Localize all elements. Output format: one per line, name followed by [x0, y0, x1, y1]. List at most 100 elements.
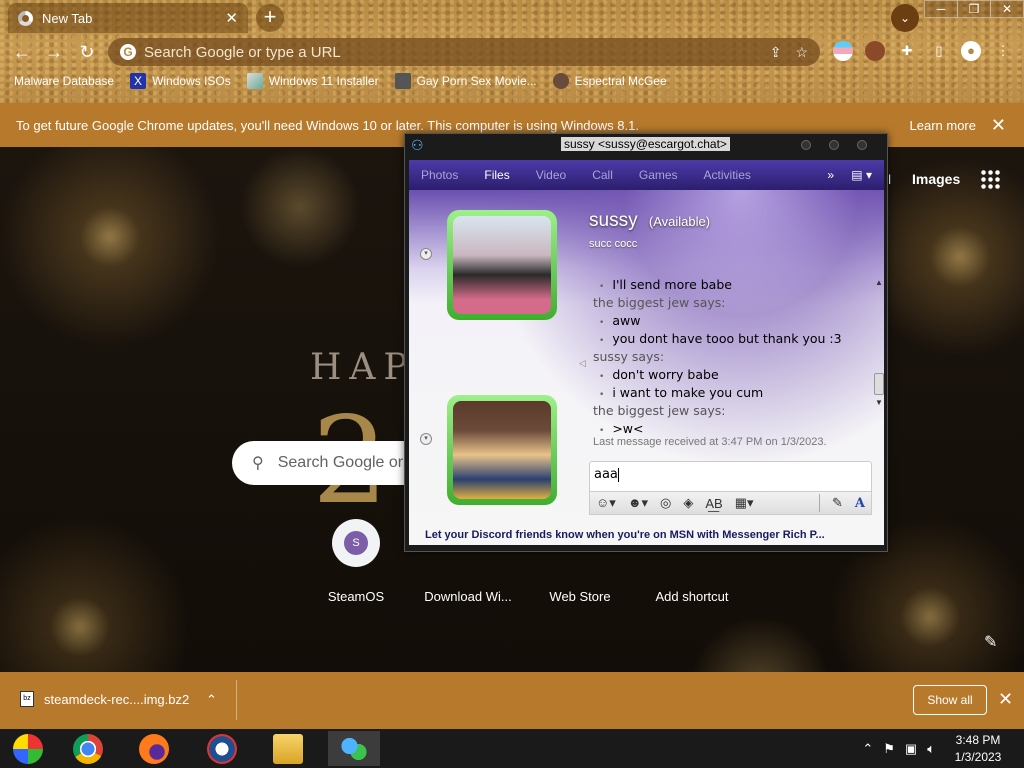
collapse-own-picture-icon[interactable]: ▾ [420, 433, 432, 445]
nudge-icon[interactable]: ◎ [660, 495, 671, 511]
address-bar[interactable]: G Search Google or type a URL ⇪ ☆ [108, 38, 820, 66]
messenger-menu-bar: Photos Files Video Call Games Activities… [409, 160, 884, 190]
circular-logo-icon [207, 733, 237, 764]
back-button[interactable]: ← [11, 41, 33, 63]
input-toolbar: ☺▾ ☻▾ ◎ ◈ A͟B ▦▾ ✎ A [589, 491, 872, 515]
bookmark-windows-isos[interactable]: X Windows ISOs [130, 73, 231, 89]
forward-button[interactable]: → [43, 41, 65, 63]
image-icon [246, 73, 263, 89]
taskbar-messenger[interactable] [328, 731, 380, 766]
show-hidden-icons-icon[interactable]: ⌃ [862, 741, 873, 757]
taskbar-file-explorer[interactable] [262, 731, 314, 766]
close-infobar-icon[interactable]: ✕ [991, 115, 1006, 136]
tab-new-tab[interactable]: New Tab ✕ [8, 3, 248, 33]
bookmark-movie-site[interactable]: Gay Porn Sex Movie... [394, 73, 537, 89]
menu-files[interactable]: Files [484, 168, 509, 182]
taskbar-app-logo[interactable] [196, 731, 248, 766]
chevron-up-icon[interactable]: ⌃ [206, 692, 217, 708]
history-scrollbar[interactable]: ▲ ▼ [873, 278, 885, 413]
scroll-thumb[interactable] [874, 373, 884, 395]
side-panel-icon[interactable]: ▯ [929, 41, 949, 61]
close-window-button[interactable]: ✕ [990, 0, 1024, 18]
own-display-picture[interactable] [447, 395, 557, 505]
scroll-down-icon[interactable]: ▼ [875, 398, 883, 407]
last-message-info: Last message received at 3:47 PM on 1/3/… [593, 436, 827, 448]
flag-icon[interactable]: ⚑ [883, 741, 895, 757]
messenger-ad-banner[interactable]: Let your Discord friends know when you'r… [425, 529, 875, 541]
taskbar-firefox[interactable] [128, 731, 180, 766]
clock[interactable]: 3:48 PM 1/3/2023 [948, 732, 1008, 766]
navigation-bar: ← → ↻ G Search Google or type a URL ⇪ ☆ … [0, 37, 1024, 67]
messenger-buddy-icon: ⚇ [411, 137, 424, 153]
bookmark-espectral-mcgee[interactable]: Espectral McGee [552, 73, 667, 89]
shortcut-steamos[interactable]: S SteamOS [300, 519, 412, 604]
x-logo-icon: X [130, 73, 147, 89]
shortcut-label: Download Wi... [424, 589, 512, 604]
extension-flag-icon[interactable] [833, 41, 853, 61]
message-history[interactable]: I'll send more babethe biggest jew says:… [581, 276, 876, 451]
new-tab-button[interactable]: + [256, 4, 284, 32]
folder-icon [273, 733, 303, 764]
menu-activities[interactable]: Activities [704, 168, 751, 182]
message-line: you dont have tooo but thank you :3 [581, 330, 876, 348]
sender-line: sussy says: [593, 349, 665, 364]
bookmark-windows-11-installer[interactable]: Windows 11 Installer [246, 73, 379, 89]
menu-call[interactable]: Call [592, 168, 613, 182]
close-tab-icon[interactable]: ✕ [225, 9, 238, 27]
bookmark-star-icon[interactable]: ☆ [795, 44, 808, 61]
divider [236, 680, 237, 720]
scroll-up-icon[interactable]: ▲ [875, 278, 883, 287]
menu-photos[interactable]: Photos [421, 168, 458, 182]
messenger-title-bar[interactable]: ⚇ sussy <sussy@escargot.chat> [405, 134, 887, 156]
message-input-value: aaa [594, 467, 618, 482]
taskbar-chrome[interactable] [62, 731, 114, 766]
bookmark-malware-database[interactable]: Malware Database [14, 73, 114, 89]
network-icon[interactable]: ▣ [905, 741, 917, 757]
shortcut-label: Web Store [549, 589, 611, 604]
chrome-title-bar: New Tab ✕ + ⌄ ─ ❐ ✕ ← → ↻ G Search Googl… [0, 0, 1024, 103]
voice-clip-icon[interactable]: ◈ [683, 495, 693, 511]
clock-time: 3:48 PM [955, 732, 1001, 747]
background-icon[interactable]: ▦▾ [735, 495, 754, 511]
font-icon[interactable]: A [855, 496, 871, 511]
show-all-button[interactable]: Show all [913, 685, 987, 715]
download-item[interactable]: bz steamdeck-rec....img.bz2 [20, 691, 189, 707]
messenger-icon [339, 733, 369, 764]
splitter-arrow-icon[interactable]: ◁ [579, 358, 586, 369]
close-button[interactable] [857, 140, 867, 150]
window-title: sussy <sussy@escargot.chat> [561, 137, 730, 151]
emoticon-icon[interactable]: ☺▾ [596, 495, 616, 511]
close-download-bar-icon[interactable]: ✕ [998, 689, 1013, 710]
message-line: I'll send more babe [581, 276, 876, 294]
contact-display-picture[interactable] [447, 210, 557, 320]
chrome-menu-icon[interactable]: ⋮ [993, 41, 1013, 61]
share-icon[interactable]: ⇪ [770, 44, 782, 61]
wink-icon[interactable]: ☻▾ [628, 495, 648, 511]
extension-avatar-icon[interactable] [865, 41, 885, 61]
contact-header: sussy (Available) [589, 210, 710, 232]
minimize-button[interactable] [801, 140, 811, 150]
maximize-button[interactable]: ❐ [957, 0, 991, 18]
google-apps-icon[interactable] [980, 169, 1000, 189]
options-menu-icon[interactable]: ▤ ▾ [851, 168, 872, 182]
maximize-button[interactable] [829, 140, 839, 150]
font-size-icon[interactable]: A͟B [705, 496, 722, 511]
doodle-text[interactable]: HAP [310, 347, 416, 388]
taskbar-start-app[interactable] [2, 731, 54, 766]
tab-search-button[interactable]: ⌄ [891, 4, 919, 32]
images-link[interactable]: Images [912, 171, 960, 187]
more-chevron-icon[interactable]: » [827, 168, 834, 182]
volume-icon[interactable]: 🔈︎ [927, 741, 935, 757]
handwriting-icon[interactable]: ✎ [832, 495, 843, 511]
learn-more-link[interactable]: Learn more [910, 118, 976, 133]
profile-icon[interactable]: ● [961, 41, 981, 61]
reload-button[interactable]: ↻ [76, 41, 98, 63]
menu-games[interactable]: Games [639, 168, 678, 182]
collapse-contact-picture-icon[interactable]: ▾ [420, 248, 432, 260]
minimize-button[interactable]: ─ [924, 0, 958, 18]
menu-video[interactable]: Video [536, 168, 566, 182]
bookmark-label: Windows ISOs [152, 74, 231, 88]
extensions-puzzle-icon[interactable]: ✚ [897, 41, 917, 61]
contact-personal-message: succ cocc [589, 238, 638, 250]
customize-pencil-icon[interactable]: ✎ [984, 632, 997, 652]
